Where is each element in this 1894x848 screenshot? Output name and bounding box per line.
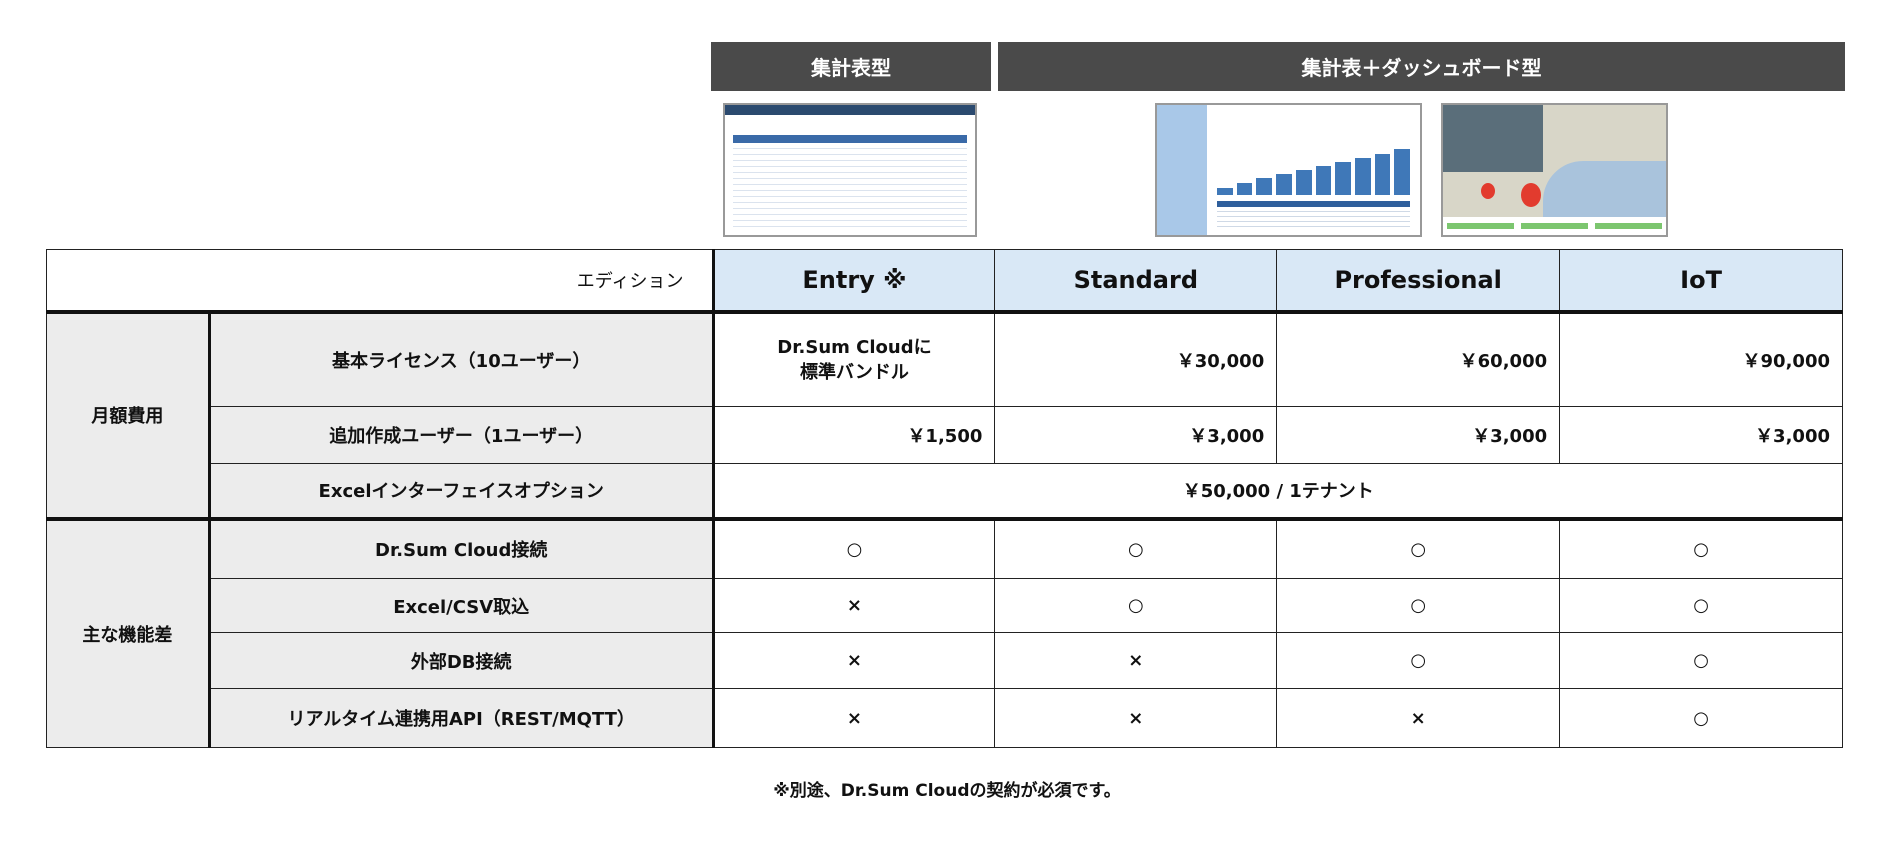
cell: ○ (1276, 578, 1561, 633)
cell: ○ (1559, 632, 1843, 689)
edition-iot: IoT (1559, 249, 1843, 314)
cell: ￥3,000 (1276, 406, 1561, 464)
cell: × (1276, 688, 1561, 748)
cell: ￥60,000 (1276, 311, 1561, 407)
cell: ￥30,000 (994, 311, 1278, 407)
cell: × (711, 688, 996, 748)
cell: ○ (711, 518, 996, 579)
cell: ○ (1559, 518, 1843, 579)
cell: ￥90,000 (1559, 311, 1843, 407)
footnote: ※別途、Dr.Sum Cloudの契約が必須です。 (773, 781, 1121, 801)
iot-dashboard-screenshot (1441, 103, 1668, 237)
cell: × (711, 578, 996, 633)
category-dashboard-type: 集計表＋ダッシュボード型 (998, 42, 1845, 91)
cell: Dr.Sum Cloudに 標準バンドル (711, 311, 996, 407)
cell: × (994, 688, 1278, 748)
edition-professional: Professional (1276, 249, 1561, 314)
edition-comparison-table: エディション Entry ※ Standard Professional IoT… (46, 249, 1844, 748)
cell: ○ (1276, 518, 1561, 579)
cell: ○ (994, 518, 1278, 579)
edition-standard: Standard (994, 249, 1278, 314)
row-label: 追加作成ユーザー（1ユーザー） (207, 406, 714, 464)
row-label: リアルタイム連携用API（REST/MQTT） (207, 688, 714, 748)
cell: ○ (1559, 578, 1843, 633)
row-label: Excel/CSV取込 (207, 578, 714, 633)
cell: ￥3,000 (994, 406, 1278, 464)
row-label: 基本ライセンス（10ユーザー） (207, 311, 714, 407)
category-table-type: 集計表型 (711, 42, 991, 91)
cell: ○ (1559, 688, 1843, 748)
cell: ￥1,500 (711, 406, 996, 464)
cell: × (994, 632, 1278, 689)
group-monthly-cost: 月額費用 (46, 311, 210, 521)
row-label: 外部DB接続 (207, 632, 714, 689)
row-label: Dr.Sum Cloud接続 (207, 518, 714, 579)
dashboard-screenshot (1155, 103, 1422, 237)
cell: ○ (994, 578, 1278, 633)
group-feature-diff: 主な機能差 (46, 518, 210, 748)
edition-label: エディション (46, 249, 714, 314)
cell: ￥3,000 (1559, 406, 1843, 464)
cell: × (711, 632, 996, 689)
row-label: Excelインターフェイスオプション (207, 463, 714, 521)
cell: ￥50,000 / 1テナント (711, 463, 1844, 521)
table-screenshot (723, 103, 977, 237)
cell: ○ (1276, 632, 1561, 689)
edition-entry: Entry ※ (711, 249, 996, 314)
